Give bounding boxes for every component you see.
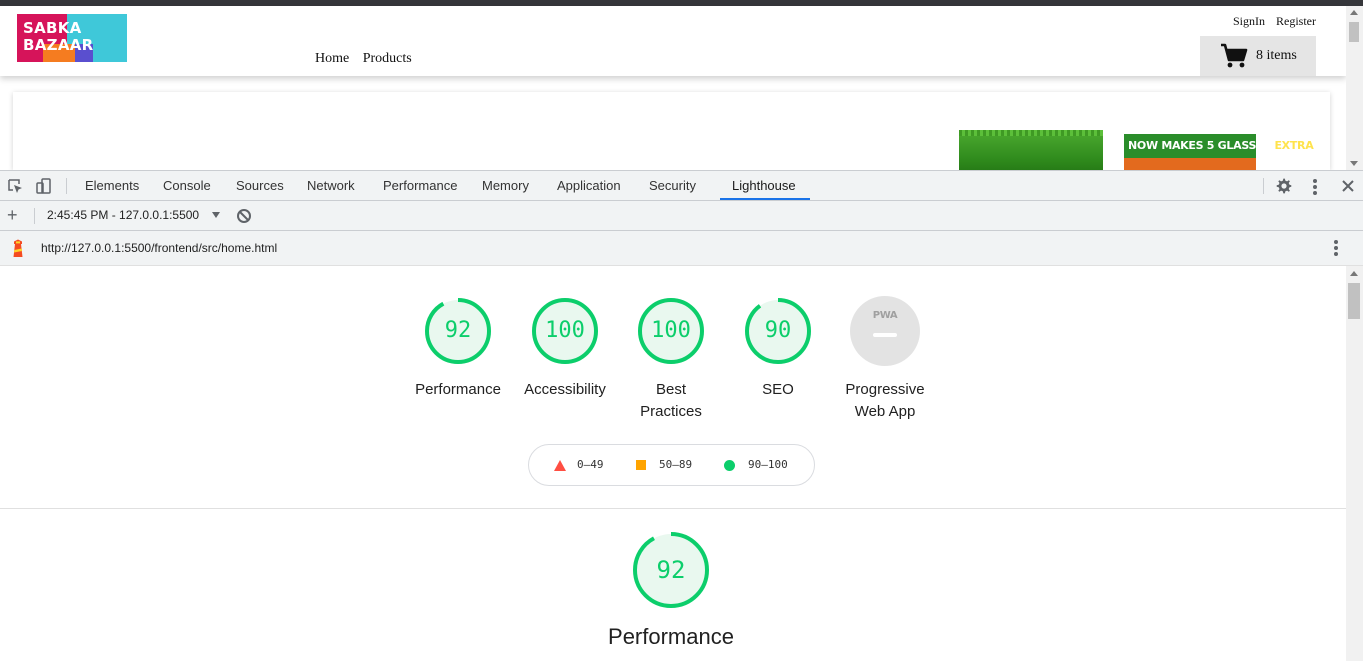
report-url: http://127.0.0.1:5500/frontend/src/home.… bbox=[41, 241, 278, 255]
nav-products-link[interactable]: Products bbox=[363, 51, 412, 66]
logo-text-line1: SABKA bbox=[23, 19, 82, 37]
auth-links: SignIn Register bbox=[1225, 14, 1316, 29]
pack-text2: GLASSES bbox=[1217, 139, 1272, 152]
logo-text: SABKA BAZAAR bbox=[23, 20, 94, 54]
site-nav: Home Products bbox=[315, 51, 422, 67]
gauge-performance[interactable]: 92 bbox=[423, 296, 493, 366]
chevron-down-icon[interactable] bbox=[212, 212, 220, 218]
legend-pass-range: 90–100 bbox=[748, 458, 788, 471]
close-icon[interactable] bbox=[1340, 178, 1356, 194]
pack-highlight: EXTRA bbox=[1274, 139, 1314, 152]
page-scrollbar[interactable] bbox=[1346, 6, 1363, 170]
tab-performance[interactable]: Performance bbox=[383, 171, 457, 201]
scroll-down-arrow-icon[interactable] bbox=[1350, 161, 1358, 166]
legend-average-range: 50–89 bbox=[659, 458, 693, 471]
site-header: SABKA BAZAAR Home Products SignIn Regist… bbox=[0, 6, 1346, 76]
toolbar-separator bbox=[34, 208, 35, 224]
device-toolbar-icon[interactable] bbox=[36, 178, 52, 194]
register-link[interactable]: Register bbox=[1276, 14, 1316, 28]
report-menu-kebab-icon[interactable] bbox=[1330, 240, 1342, 258]
report-scroll-up-arrow-icon[interactable] bbox=[1350, 271, 1358, 276]
tab-memory[interactable]: Memory bbox=[482, 171, 529, 201]
logo-text-line2: BAZAAR bbox=[23, 36, 94, 54]
active-tab-indicator bbox=[720, 198, 810, 200]
page-scroll-thumb[interactable] bbox=[1349, 22, 1359, 42]
gauge-score: 100 bbox=[651, 318, 691, 343]
report-url-bar: http://127.0.0.1:5500/frontend/src/home.… bbox=[0, 231, 1363, 266]
gear-icon[interactable] bbox=[1276, 178, 1292, 194]
pack-count: 5 bbox=[1206, 139, 1215, 152]
product-pack-orange-image: NOW MAKES 5 GLASSES EXTRA bbox=[1124, 134, 1314, 170]
pwa-dash-icon bbox=[873, 333, 897, 337]
gauge-label-pwa: Progressive Web App bbox=[820, 379, 950, 423]
gauge-score: 92 bbox=[444, 318, 472, 343]
gauge-score: 100 bbox=[545, 318, 585, 343]
scroll-up-arrow-icon[interactable] bbox=[1350, 10, 1358, 15]
tab-network[interactable]: Network bbox=[307, 171, 355, 201]
score-scale-legend: 0–49 50–89 90–100 bbox=[528, 444, 815, 486]
clear-reports-icon[interactable] bbox=[237, 209, 251, 223]
tab-security[interactable]: Security bbox=[649, 171, 696, 201]
banner-carousel[interactable]: NOW MAKES 5 GLASSES EXTRA bbox=[13, 92, 1330, 170]
fail-triangle-icon bbox=[554, 460, 566, 471]
pwa-label-line2: Web App bbox=[854, 403, 916, 420]
devtools-tabbar: Elements Console Sources Network Perform… bbox=[0, 170, 1363, 201]
gauge-label-accessibility: Accessibility bbox=[524, 381, 606, 398]
product-pack-green-image bbox=[959, 130, 1103, 170]
tab-lighthouse[interactable]: Lighthouse bbox=[732, 171, 796, 201]
cart-button[interactable]: 8 items bbox=[1200, 36, 1316, 76]
gauge-label-best-practices: Best Practices bbox=[640, 381, 702, 420]
lighthouse-report: 92 Performance 100 Accessibility 100 Bes… bbox=[0, 266, 1346, 661]
cart-count-label: 8 items bbox=[1256, 48, 1297, 63]
pack-banner-text: NOW MAKES 5 GLASSES EXTRA bbox=[1124, 134, 1314, 158]
performance-section-gauge: 92 bbox=[631, 530, 711, 610]
report-scrollbar[interactable] bbox=[1346, 266, 1363, 661]
gauge-accessibility[interactable]: 100 bbox=[530, 296, 600, 366]
lighthouse-toolbar: + 2:45:45 PM - 127.0.0.1:5500 bbox=[0, 201, 1363, 231]
tab-console[interactable]: Console bbox=[163, 171, 211, 201]
devtools-menu-kebab-icon[interactable] bbox=[1309, 179, 1321, 195]
performance-section-score: 92 bbox=[656, 556, 686, 584]
tab-elements[interactable]: Elements bbox=[85, 171, 139, 201]
signin-link[interactable]: SignIn bbox=[1233, 14, 1265, 28]
tab-application[interactable]: Application bbox=[557, 171, 621, 201]
tabbar-right-separator bbox=[1263, 178, 1264, 194]
pack-text: NOW MAKES bbox=[1128, 139, 1204, 152]
report-scroll-thumb[interactable] bbox=[1348, 283, 1360, 319]
performance-section-title: Performance bbox=[608, 624, 734, 649]
report-selector[interactable]: 2:45:45 PM - 127.0.0.1:5500 bbox=[47, 201, 199, 230]
tabbar-separator bbox=[66, 178, 67, 194]
section-divider bbox=[0, 508, 1346, 509]
new-report-plus-icon[interactable]: + bbox=[7, 205, 18, 225]
pwa-badge-text: PWA bbox=[872, 310, 898, 321]
average-square-icon bbox=[636, 460, 646, 470]
pwa-badge[interactable]: PWA bbox=[850, 296, 920, 366]
gauge-best-practices[interactable]: 100 bbox=[636, 296, 706, 366]
tab-sources[interactable]: Sources bbox=[236, 171, 284, 201]
cart-icon bbox=[1221, 43, 1248, 68]
legend-fail-range: 0–49 bbox=[577, 458, 604, 471]
pwa-label-line1: Progressive bbox=[845, 381, 925, 398]
inspect-element-icon[interactable] bbox=[7, 178, 23, 194]
gauge-seo[interactable]: 90 bbox=[743, 296, 813, 366]
pass-circle-icon bbox=[724, 460, 735, 471]
gauge-score: 90 bbox=[764, 318, 792, 343]
site-logo[interactable]: SABKA BAZAAR bbox=[17, 14, 127, 62]
lighthouse-logo-icon bbox=[13, 239, 23, 257]
nav-home-link[interactable]: Home bbox=[315, 51, 349, 66]
